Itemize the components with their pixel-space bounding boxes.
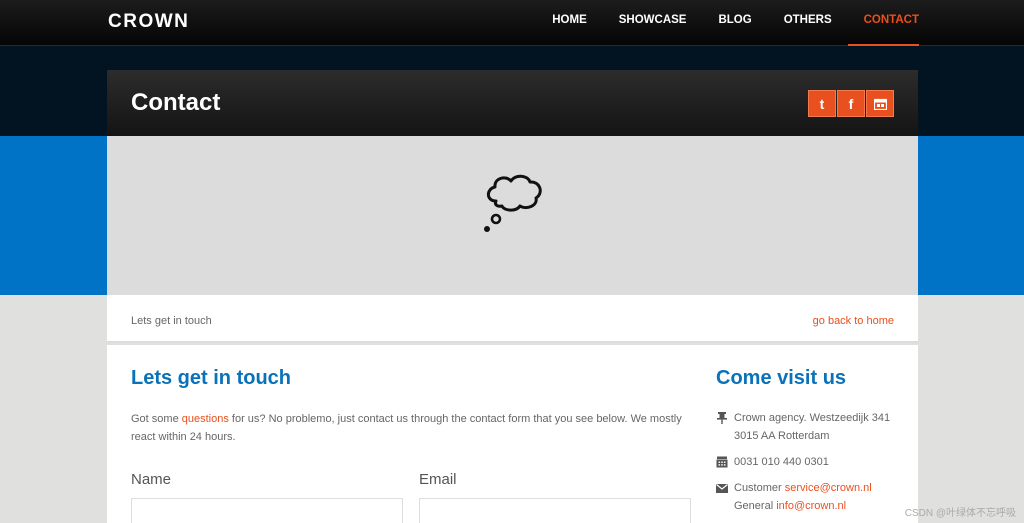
go-back-home-link[interactable]: go back to home <box>813 315 894 327</box>
breadcrumb-current: Lets get in touch <box>131 315 212 327</box>
visit-heading: Come visit us <box>716 367 847 389</box>
hero-banner <box>107 136 918 295</box>
envelope-icon <box>716 484 728 493</box>
page-title: Contact <box>131 89 221 116</box>
nav-contact[interactable]: CONTACT <box>847 0 920 46</box>
breadcrumb: Lets get in touch go back to home <box>107 295 918 343</box>
nav-blog[interactable]: BLOG <box>702 0 767 46</box>
email-input[interactable] <box>419 498 691 523</box>
logo[interactable]: CROWN <box>108 11 189 33</box>
general-label: General <box>734 500 777 512</box>
address-line-2: 3015 AA Rotterdam <box>734 430 830 442</box>
customer-email-link[interactable]: service@crown.nl <box>785 482 872 494</box>
contact-content: Lets get in touch Got some questions for… <box>107 345 918 523</box>
thought-bubble-icon <box>484 174 542 232</box>
address-line-1: Crown agency. Westzeedijk 341 <box>734 412 891 424</box>
main-nav: HOME SHOWCASE BLOG OTHERS CONTACT <box>536 0 920 46</box>
general-email-row: General info@crown.nl <box>716 497 872 515</box>
contact-heading: Lets get in touch <box>131 367 291 389</box>
twitter-icon[interactable]: t <box>808 90 836 117</box>
name-label: Name <box>131 471 172 488</box>
intro-text: Got some <box>131 413 182 425</box>
social-links: t f <box>808 90 894 117</box>
watermark: CSDN @叶绿体不忘呼吸 <box>904 508 1016 519</box>
nav-others[interactable]: OTHERS <box>768 0 848 46</box>
nav-showcase[interactable]: SHOWCASE <box>603 0 703 46</box>
contact-intro: Got some questions for us? No problemo, … <box>131 410 691 446</box>
facebook-icon[interactable]: f <box>837 90 865 117</box>
phone-icon <box>716 456 728 468</box>
address-info: Crown agency. Westzeedijk 341 3015 AA Ro… <box>716 409 890 445</box>
phone-info: 0031 010 440 0301 <box>716 453 829 471</box>
calendar-icon-glyph <box>873 98 887 110</box>
page-title-bar: Contact t f <box>107 70 918 136</box>
email-info: Customer service@crown.nl General info@c… <box>716 479 872 515</box>
customer-label: Customer <box>734 482 785 494</box>
email-label: Email <box>419 471 457 488</box>
top-navigation-bar: CROWN HOME SHOWCASE BLOG OTHERS CONTACT <box>0 0 1024 46</box>
pin-icon <box>717 412 727 424</box>
calendar-icon[interactable] <box>866 90 894 117</box>
customer-email-row: Customer service@crown.nl <box>716 479 872 497</box>
general-email-link[interactable]: info@crown.nl <box>776 500 846 512</box>
phone-number: 0031 010 440 0301 <box>734 456 829 468</box>
questions-link[interactable]: questions <box>182 413 229 425</box>
nav-home[interactable]: HOME <box>536 0 603 46</box>
name-input[interactable] <box>131 498 403 523</box>
